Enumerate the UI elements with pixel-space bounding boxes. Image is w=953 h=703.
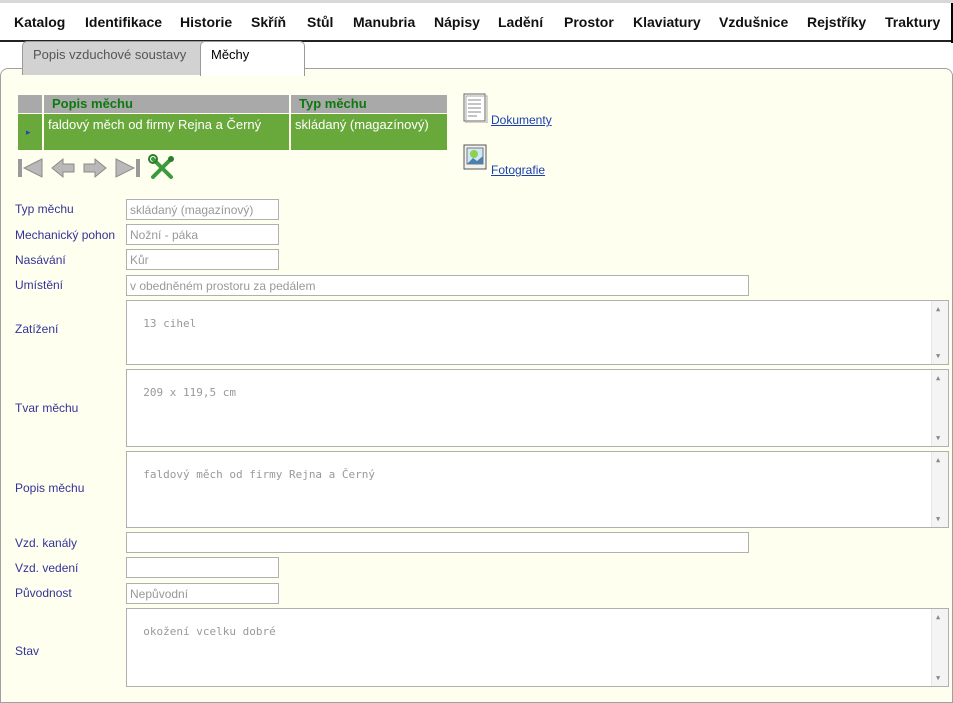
label-vzd-kanaly: Vzd. kanály	[15, 536, 78, 550]
popis-scrollbar[interactable]: ▲ ▼	[931, 452, 948, 527]
tab-mechy[interactable]: Měchy	[200, 41, 305, 76]
popis-mechu-text: faldový měch od firmy Rejna a Černý	[143, 468, 376, 481]
menu-item-historie[interactable]: Historie	[180, 14, 232, 30]
last-record-icon[interactable]	[113, 153, 143, 183]
scroll-up-icon[interactable]: ▲	[936, 374, 940, 382]
menu-item-rejstriky[interactable]: Rejstříky	[807, 14, 866, 30]
menu-item-ladeni[interactable]: Ladění	[498, 14, 543, 30]
dokumenty-link[interactable]: Dokumenty	[491, 113, 552, 127]
zatizeni-text: 13 cihel	[143, 317, 197, 330]
tools-icon[interactable]	[147, 153, 177, 183]
previous-record-icon[interactable]	[48, 153, 78, 183]
puvodnost-field[interactable]: Nepůvodní	[126, 583, 279, 604]
grid-header-typ[interactable]: Typ měchu	[291, 95, 447, 113]
typ-mechu-field[interactable]: skládaný (magazínový)	[126, 199, 279, 220]
menu-item-klaviatury[interactable]: Klaviatury	[633, 14, 701, 30]
stav-text: okožení vcelku dobré	[143, 625, 276, 638]
label-zatizeni: Zatížení	[15, 322, 59, 336]
first-record-icon[interactable]	[15, 153, 45, 183]
label-tvar-mechu: Tvar měchu	[15, 401, 79, 415]
scroll-up-icon[interactable]: ▲	[936, 305, 940, 313]
scroll-down-icon[interactable]: ▼	[936, 434, 940, 442]
tab-popis-vzduchove-soustavy[interactable]: Popis vzduchové soustavy	[22, 41, 214, 75]
stav-scrollbar[interactable]: ▲ ▼	[931, 609, 948, 686]
grid-cell-popis[interactable]: faldový měch od firmy Rejna a Černý	[44, 114, 289, 150]
menu-item-katalog[interactable]: Katalog	[14, 14, 65, 30]
menu-item-vzdusnice[interactable]: Vzdušnice	[719, 14, 788, 30]
scroll-up-icon[interactable]: ▲	[936, 456, 940, 464]
photo-icon[interactable]	[462, 143, 488, 173]
menu-item-identifikace[interactable]: Identifikace	[85, 14, 162, 30]
label-vzd-vedeni: Vzd. vedení	[15, 561, 79, 575]
top-menu: Katalog Identifikace Historie Skříň Stůl…	[0, 0, 953, 43]
umisteni-field[interactable]: v obedněném prostoru za pedálem	[126, 275, 749, 296]
label-puvodnost: Původnost	[15, 586, 72, 600]
stav-textarea[interactable]: okožení vcelku dobré ▲ ▼	[126, 608, 949, 687]
row-indicator[interactable]: ▸	[18, 114, 42, 150]
grid-cell-typ[interactable]: skládaný (magazínový)	[291, 114, 447, 150]
scroll-down-icon[interactable]: ▼	[936, 352, 940, 360]
label-nasavani: Nasávání	[15, 253, 66, 267]
fotografie-link[interactable]: Fotografie	[491, 163, 545, 177]
menu-item-manubria[interactable]: Manubria	[353, 14, 415, 30]
popis-mechu-textarea[interactable]: faldový měch od firmy Rejna a Černý ▲ ▼	[126, 451, 949, 528]
scroll-up-icon[interactable]: ▲	[936, 613, 940, 621]
label-mechanicky-pohon: Mechanický pohon	[15, 228, 116, 242]
scroll-down-icon[interactable]: ▼	[936, 515, 940, 523]
vzd-vedeni-field[interactable]	[126, 557, 279, 578]
label-stav: Stav	[15, 644, 40, 658]
grid-header-popis[interactable]: Popis měchu	[44, 95, 289, 113]
nasavani-field[interactable]: Kůr	[126, 249, 279, 270]
next-record-icon[interactable]	[80, 153, 110, 183]
menu-item-napisy[interactable]: Nápisy	[434, 14, 480, 30]
menu-item-traktury[interactable]: Traktury	[885, 14, 940, 30]
label-umisteni: Umístění	[15, 278, 64, 292]
label-popis-mechu: Popis měchu	[15, 481, 85, 495]
zatizeni-scrollbar[interactable]: ▲ ▼	[931, 301, 948, 364]
document-icon[interactable]	[462, 93, 488, 123]
mechanicky-pohon-field[interactable]: Nožní - páka	[126, 224, 279, 245]
scroll-down-icon[interactable]: ▼	[936, 674, 940, 682]
tvar-mechu-textarea[interactable]: 209 x 119,5 cm ▲ ▼	[126, 369, 949, 447]
label-typ-mechu: Typ měchu	[15, 202, 74, 216]
vzd-kanaly-field[interactable]	[126, 532, 749, 553]
tvar-mechu-text: 209 x 119,5 cm	[143, 386, 236, 399]
tvar-scrollbar[interactable]: ▲ ▼	[931, 370, 948, 446]
zatizeni-textarea[interactable]: 13 cihel ▲ ▼	[126, 300, 949, 365]
grid-corner-header	[18, 95, 42, 113]
menu-item-prostor[interactable]: Prostor	[564, 14, 614, 30]
bellows-grid: Popis měchu Typ měchu ▸ faldový měch od …	[18, 95, 447, 151]
menu-item-stul[interactable]: Stůl	[307, 14, 333, 30]
menu-item-skrin[interactable]: Skříň	[251, 14, 286, 30]
